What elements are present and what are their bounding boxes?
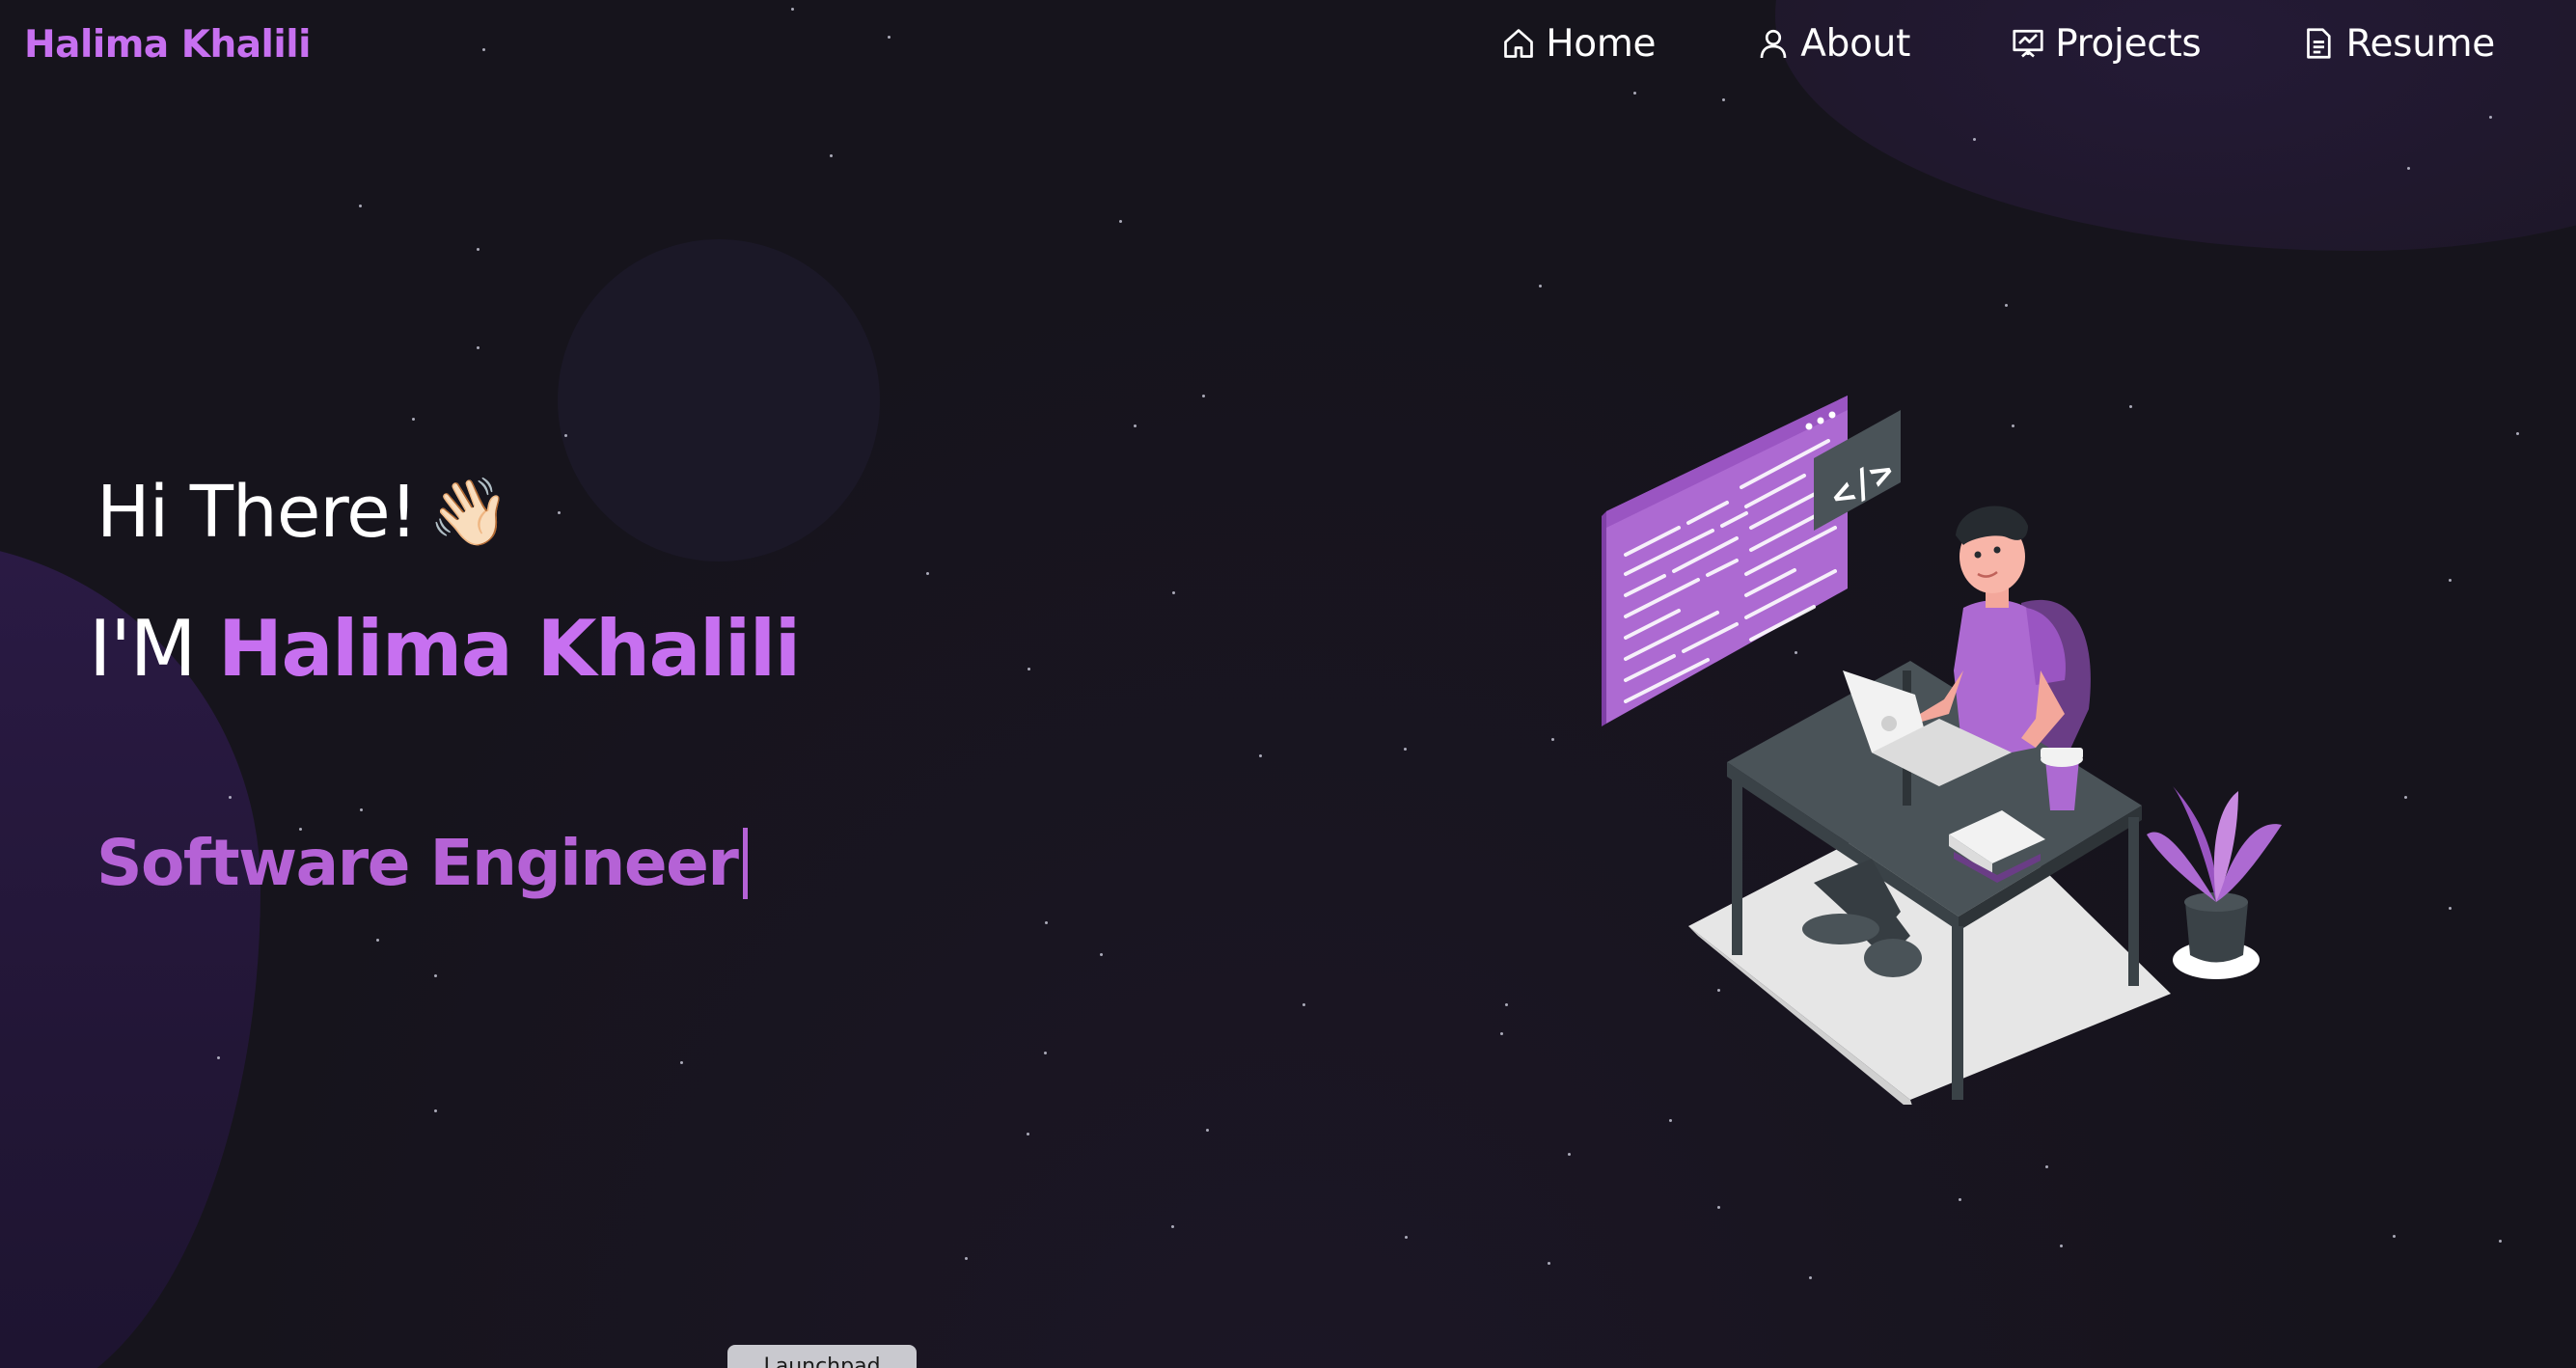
nav-about-label: About (1800, 21, 1911, 66)
greeting-text: Hi There! (96, 471, 418, 554)
star-dot (1045, 921, 1048, 924)
typewriter-role: Software Engineer (96, 826, 749, 900)
star-dot (680, 1061, 683, 1064)
star-dot (1028, 668, 1030, 670)
star-dot (2407, 167, 2410, 170)
im-prefix: I'M (89, 604, 197, 694)
star-dot (1100, 953, 1103, 956)
launchpad-tab[interactable]: Launchpad (727, 1345, 917, 1368)
star-dot (1044, 1052, 1047, 1054)
star-dot (1171, 1225, 1174, 1228)
star-dot (2045, 1165, 2048, 1168)
star-dot (1302, 1003, 1305, 1006)
star-dot (2449, 907, 2452, 910)
star-dot (1202, 395, 1205, 397)
star-dot (564, 434, 567, 437)
portfolio-page: Halima Khalili Home About Projects Resum… (0, 0, 2576, 1368)
star-dot (217, 1056, 220, 1059)
star-dot (830, 154, 833, 157)
star-dot (1172, 591, 1175, 594)
nav-about[interactable]: About (1756, 22, 1910, 66)
star-dot (1500, 1032, 1503, 1035)
star-dot (2060, 1245, 2063, 1247)
star-dot (1717, 1206, 1720, 1209)
star-dot (926, 572, 929, 575)
star-dot (477, 346, 480, 349)
star-dot (1119, 220, 1122, 223)
user-icon (1756, 26, 1791, 61)
star-dot (1548, 1262, 1550, 1265)
star-dot (1405, 1236, 1408, 1239)
star-dot (360, 808, 363, 811)
star-dot (1027, 1133, 1029, 1135)
document-icon (2301, 26, 2336, 61)
star-dot (1669, 1119, 1672, 1122)
plant (2147, 786, 2282, 979)
star-dot (2489, 116, 2492, 119)
brand-logo[interactable]: Halima Khalili (24, 23, 312, 67)
star-dot (2449, 579, 2452, 582)
star-dot (229, 796, 232, 799)
star-dot (1206, 1129, 1209, 1132)
nav-home[interactable]: Home (1501, 21, 1657, 66)
star-dot (1259, 754, 1262, 757)
nav-resume[interactable]: Resume (2301, 22, 2495, 66)
home-icon (1501, 26, 1536, 61)
presentation-icon (2011, 26, 2045, 61)
star-dot (1551, 738, 1554, 741)
star-dot (2516, 432, 2519, 435)
star-dot (965, 1257, 968, 1260)
star-dot (1809, 1276, 1812, 1279)
star-dot (1722, 98, 1725, 101)
star-dot (2005, 304, 2008, 307)
star-dot (791, 8, 794, 11)
star-dot (2499, 1240, 2502, 1243)
star-dot (412, 418, 415, 421)
star-dot (2404, 796, 2407, 799)
role-text: Software Engineer (96, 826, 739, 900)
star-dot (1568, 1153, 1571, 1156)
star-dot (1959, 1198, 1961, 1201)
star-dot (482, 48, 485, 51)
star-dot (359, 205, 362, 207)
developer-illustration: </> (1602, 396, 2282, 1105)
greeting-heading: Hi There! 👋🏻 (96, 471, 510, 554)
star-dot (1633, 92, 1636, 95)
star-dot (1973, 138, 1976, 141)
star-dot (888, 36, 891, 39)
star-dot (1134, 424, 1137, 427)
star-dot (376, 939, 379, 942)
star-dot (477, 248, 480, 251)
navbar: Home About Projects Resume (1501, 17, 2576, 69)
typing-cursor (743, 827, 749, 899)
nav-home-label: Home (1546, 21, 1657, 66)
nav-projects[interactable]: Projects (2011, 21, 2202, 66)
highlighted-name: Halima Khalili (218, 604, 801, 694)
name-heading: I'M Halima Khalili (89, 604, 801, 694)
star-dot (434, 1109, 437, 1112)
star-dot (1539, 285, 1542, 287)
wave-emoji: 👋🏻 (428, 475, 510, 551)
star-dot (434, 974, 437, 977)
star-dot (2393, 1235, 2396, 1238)
nav-resume-label: Resume (2345, 21, 2495, 66)
nav-projects-label: Projects (2055, 21, 2202, 66)
star-dot (1505, 1003, 1508, 1006)
star-dot (1404, 748, 1407, 751)
star-dot (558, 511, 561, 514)
